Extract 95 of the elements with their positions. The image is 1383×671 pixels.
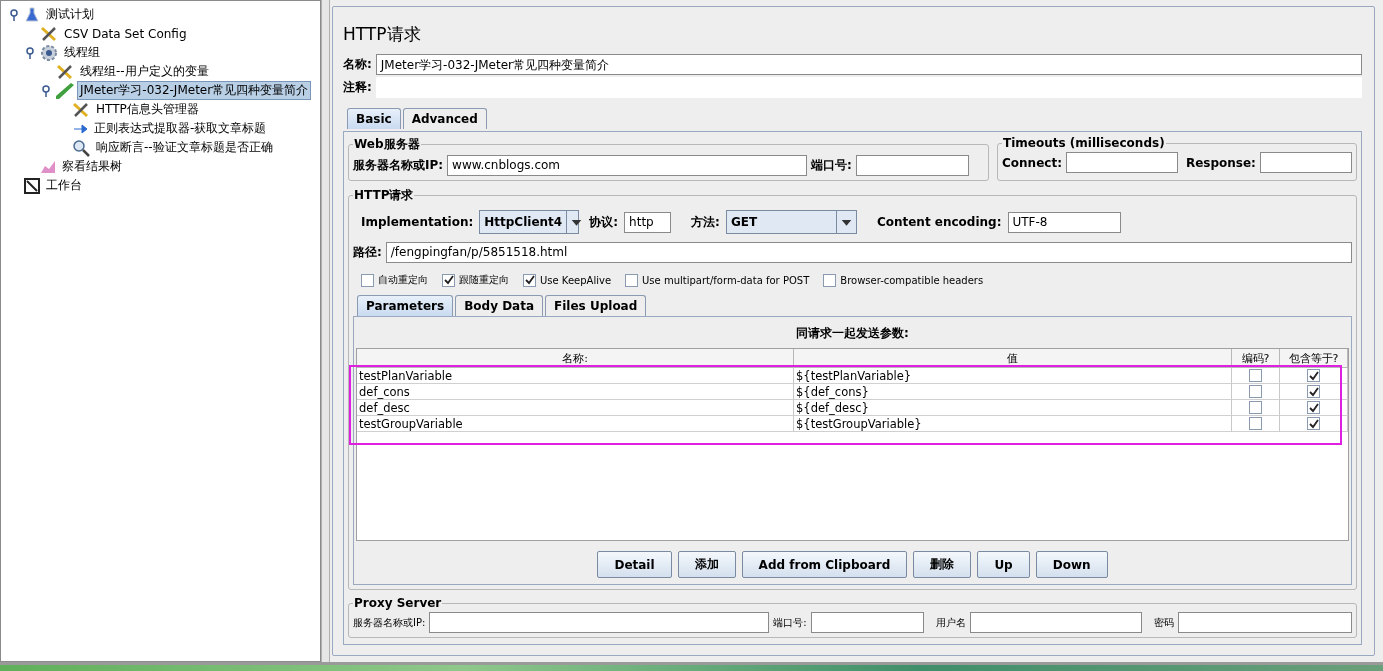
tools-icon [40,25,58,42]
password-field[interactable] [1177,612,1352,633]
table-cell: def_cons [357,384,794,400]
tab[interactable]: Advanced [402,108,487,129]
table-cell: ${def_desc} [794,400,1232,416]
checkbox[interactable] [625,273,639,287]
server-label: 服务器名称或IP: [353,157,444,174]
proxy-server-label: 服务器名称或IP: [353,615,426,630]
action-button[interactable]: Add from Clipboard [741,551,908,578]
port-label: 端口号: [811,157,852,174]
option-label: Use multipart/form-data for POST [642,274,810,286]
action-button[interactable]: Up [977,551,1030,578]
tools-icon [56,63,74,80]
chart-icon [40,159,56,174]
implementation-dropdown[interactable]: HttpClient4 [479,210,580,234]
tree-item[interactable]: 工作台 [43,176,85,195]
table-cell: ${def_cons} [794,384,1232,400]
path-field[interactable]: /fengpingfan/p/5851518.html [385,242,1352,263]
table-cell: def_desc [357,400,794,416]
group-title: HTTP请求 [353,187,415,204]
proxy-port-label: 端口号: [773,615,807,630]
option-label: Use KeepAlive [540,274,612,286]
proxy-server-field[interactable] [429,612,770,633]
method-dropdown[interactable]: GET [725,210,857,234]
protocol-label: 协议: [589,213,619,231]
tree-item[interactable]: 线程组--用户定义的变量 [77,62,212,81]
notebook-icon [24,177,40,194]
name-label: 名称: [343,56,372,73]
tab[interactable]: Body Data [455,295,544,316]
group-title: Timeouts (milliseconds) [1002,136,1166,150]
implementation-label: Implementation: [361,215,474,229]
tree-item[interactable]: CSV Data Set Config [61,25,190,42]
tab[interactable]: Files Upload [545,295,647,316]
action-button[interactable]: Down [1035,551,1108,578]
response-field[interactable] [1259,152,1352,173]
option-label: 自动重定向 [378,273,428,287]
checkbox[interactable] [1249,385,1262,398]
checkbox[interactable] [823,273,837,287]
encoding-label: Content encoding: [876,215,1002,229]
tree-item[interactable]: HTTP信息头管理器 [93,100,202,119]
response-label: Response: [1185,155,1256,170]
pen-icon [56,82,74,99]
encoding-field[interactable]: UTF-8 [1007,211,1121,233]
connect-label: Connect: [1002,155,1062,170]
checkbox[interactable] [1307,385,1320,398]
path-label: 路径: [353,244,382,261]
username-label: 用户名 [935,615,966,630]
tree-item[interactable]: 响应断言--验证文章标题是否正确 [93,138,276,157]
column-header: 包含等于? [1280,349,1348,368]
flask-icon [24,6,40,23]
server-field[interactable]: www.cnblogs.com [447,155,808,176]
tab[interactable]: Parameters [357,295,454,316]
checkbox[interactable] [523,273,536,287]
checkbox[interactable] [1249,369,1262,382]
action-button[interactable]: 添加 [677,551,736,578]
expand-handle[interactable] [7,7,21,22]
tools-icon [72,101,90,118]
option-label: Browser-compatible headers [840,274,984,286]
connect-field[interactable] [1065,152,1178,173]
checkbox[interactable] [1307,417,1320,430]
port-field[interactable] [855,155,969,176]
username-field[interactable] [969,612,1142,633]
action-button[interactable]: Detail [597,551,672,578]
checkbox[interactable] [1307,401,1320,414]
checkbox[interactable] [361,273,374,287]
tree-item[interactable]: 线程组 [61,43,103,62]
option-label: 跟随重定向 [459,273,509,287]
comment-label: 注释: [343,79,372,96]
group-title: Web服务器 [353,136,421,153]
checkbox[interactable] [1249,401,1262,414]
proxy-port-field[interactable] [810,612,924,633]
expand-handle[interactable] [39,83,53,98]
name-field[interactable]: JMeter学习-032-JMeter常见四种变量简介 [375,54,1362,75]
table-caption: 同请求一起发送参数: [795,325,910,342]
tree-item[interactable]: JMeter学习-032-JMeter常见四种变量简介 [77,81,312,100]
action-button[interactable]: 删除 [913,551,972,578]
tree-item[interactable]: 察看结果树 [59,157,125,176]
tree-item[interactable]: 测试计划 [43,5,97,24]
group-title: Proxy Server [353,596,443,610]
table-cell: ${testPlanVariable} [794,368,1232,384]
tree-item[interactable]: 正则表达式提取器-获取文章标题 [91,119,270,138]
checkbox[interactable] [1307,369,1320,382]
expand-handle[interactable] [23,45,37,60]
checkbox[interactable] [442,273,455,287]
tab[interactable]: Basic [347,108,401,129]
table-cell: testGroupVariable [357,416,794,432]
password-label: 密码 [1153,615,1174,630]
table-cell: testPlanVariable [357,368,794,384]
checkbox[interactable] [1249,417,1262,430]
table-cell: ${testGroupVariable} [794,416,1232,432]
panel-title: HTTP请求 [343,23,422,46]
magnifier-icon [72,138,90,157]
gear-icon [40,43,58,62]
protocol-field[interactable]: http [624,211,672,233]
method-label: 方法: [691,213,720,231]
